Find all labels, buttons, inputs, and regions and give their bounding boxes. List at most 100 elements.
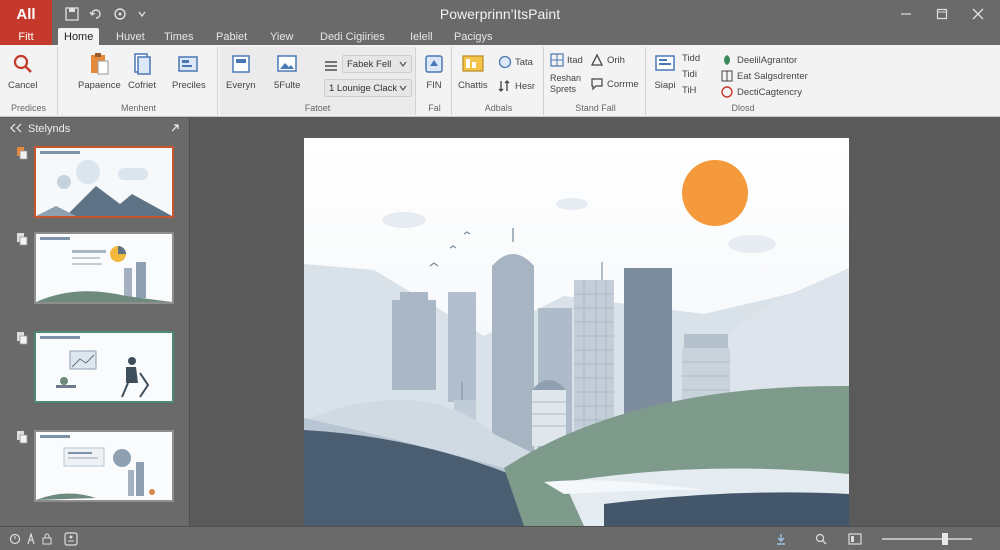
group-label-closed: Dlosd [731,103,755,113]
group-fill: FIN Fal [418,47,452,115]
tih-button[interactable]: TiH [682,85,696,96]
tab-huvet[interactable]: Huvet [110,28,151,45]
slide-canvas-area[interactable] [191,118,1000,526]
group-actions: Chattis Tata Hesr Adbals [454,47,544,115]
corrme-button[interactable]: Corrme [590,77,639,91]
siapi-button[interactable]: Siapi [652,51,678,91]
slide-thumbnail-3[interactable] [34,331,174,403]
hesr-button[interactable]: Hesr [498,79,535,93]
tab-file[interactable]: Fitt [0,28,52,45]
collapse-left-icon[interactable] [10,123,22,136]
group-format: Everyn 5Fulte Fabek Fell 1 Lounige Clack [220,47,416,115]
tidd-button[interactable]: Tidd [682,53,700,64]
group-label-actions: Adbals [484,103,513,113]
tab-yiew[interactable]: Yiew [264,28,299,45]
slide-3-marker-icon [16,331,30,345]
minimize-button[interactable] [886,0,926,28]
customize-chevron-icon[interactable] [134,6,150,22]
reshan-button[interactable]: Reshan Sprets [550,73,590,95]
group-label-stand: Stand Fall [575,103,616,113]
document-icon [129,51,155,77]
chart-icon [460,51,486,77]
slide-4-marker-icon [16,430,30,444]
cancel-button[interactable]: Cancel [8,51,38,91]
cofriet-button[interactable]: Cofriet [128,51,156,91]
tab-ielell[interactable]: Ielell [404,28,439,45]
group-label-format: Fatoet [304,103,331,113]
tab-pacigys[interactable]: Pacigys [448,28,499,45]
align-button[interactable] [324,59,341,73]
zoom-search-icon[interactable] [814,532,828,546]
lock-icon[interactable] [40,532,54,546]
slide-thumbnail-4[interactable] [34,430,174,502]
dectigencrery-button[interactable]: DectiCagtencry [720,85,802,99]
paste-icon [86,51,112,77]
circle-alert-icon [720,85,734,99]
maximize-button[interactable] [922,0,962,28]
chevron-down-icon [399,83,407,94]
sort-icon [498,79,512,93]
tab-pabiet[interactable]: Pabiet [210,28,253,45]
align-lines-icon [324,59,338,73]
undo-icon[interactable] [88,6,104,22]
sulgsdrenter-button[interactable]: Eat Salgsdrenter [720,69,808,83]
group-stand: Itad Reshan Sprets Orih Corrme Stand Fal… [546,47,646,115]
ribbon: Cancel Predices Papaence Cofriet Precile… [0,45,1000,117]
tab-home[interactable]: Home [58,28,100,45]
tab-dedi-cigiiries[interactable]: Dedi Cigiiries [314,28,391,45]
slide-1-marker-icon [16,146,30,160]
sun-shape [682,160,748,226]
sfute-button[interactable]: 5Fulte [274,51,300,91]
grid-small-icon [720,69,734,83]
papaence-button[interactable]: Papaence [78,51,121,91]
group-insert: Papaence Cofriet Preciles Menhent [60,47,218,115]
slide-thumbnail-2[interactable] [34,232,174,304]
panel-title: Stelynds [28,123,71,135]
normal-view-icon[interactable] [848,532,862,546]
pin-icon[interactable] [170,123,180,136]
download-icon[interactable] [774,532,788,546]
slide-layout-icon [228,51,254,77]
group-clipboard: Cancel Predices [0,47,58,115]
grid-icon [550,53,564,67]
itad-button[interactable]: Itad [550,53,583,67]
shapes-icon [498,55,512,69]
fin-button[interactable]: FIN [421,51,447,91]
chevron-down-icon [399,59,407,70]
chattis-button[interactable]: Chattis [458,51,488,91]
accessibility-icon[interactable] [64,532,78,546]
layout-icon [176,51,202,77]
font-dropdown[interactable]: Fabek Fell [342,55,412,73]
lounge-dropdown[interactable]: 1 Lounige Clack [324,79,412,97]
group-label-clipboard: Predices [10,103,46,113]
dashagrantor-button[interactable]: DeelilAgrantor [720,53,797,67]
panel-header: Stelynds [0,118,190,140]
status-slide-icon[interactable] [8,532,22,546]
group-label-insert: Menhent [120,103,157,113]
picture-icon [274,51,300,77]
orih-button[interactable]: Orih [590,53,625,67]
tidi-button[interactable]: Tidi [682,69,697,80]
status-bar [0,526,1000,550]
window-title: Powerprinn'ItsPaint [439,6,561,22]
everyn-button[interactable]: Everyn [226,51,256,91]
redo-icon[interactable] [112,6,128,22]
close-button[interactable] [958,0,998,28]
group-closed: Siapi Tidd Tidi TiH DeelilAgrantor Eat S… [648,47,838,115]
slide-canvas[interactable] [304,138,849,526]
save-icon[interactable] [64,6,80,22]
language-icon[interactable] [24,532,38,546]
shape-icon [590,53,604,67]
shape-fill-icon [421,51,447,77]
search-icon [10,51,36,77]
app-logo[interactable]: All [0,0,52,28]
tab-times[interactable]: Times [158,28,200,45]
group-label-fill: Fal [428,103,441,113]
zoom-slider-thumb[interactable] [942,533,948,545]
slide-illustration [304,138,849,526]
slide-thumbnail-1[interactable] [34,146,174,218]
slide-2-marker-icon [16,232,30,246]
preciles-button[interactable]: Preciles [172,51,206,91]
tata-button[interactable]: Tata [498,55,533,69]
zoom-slider-track[interactable] [882,538,972,540]
